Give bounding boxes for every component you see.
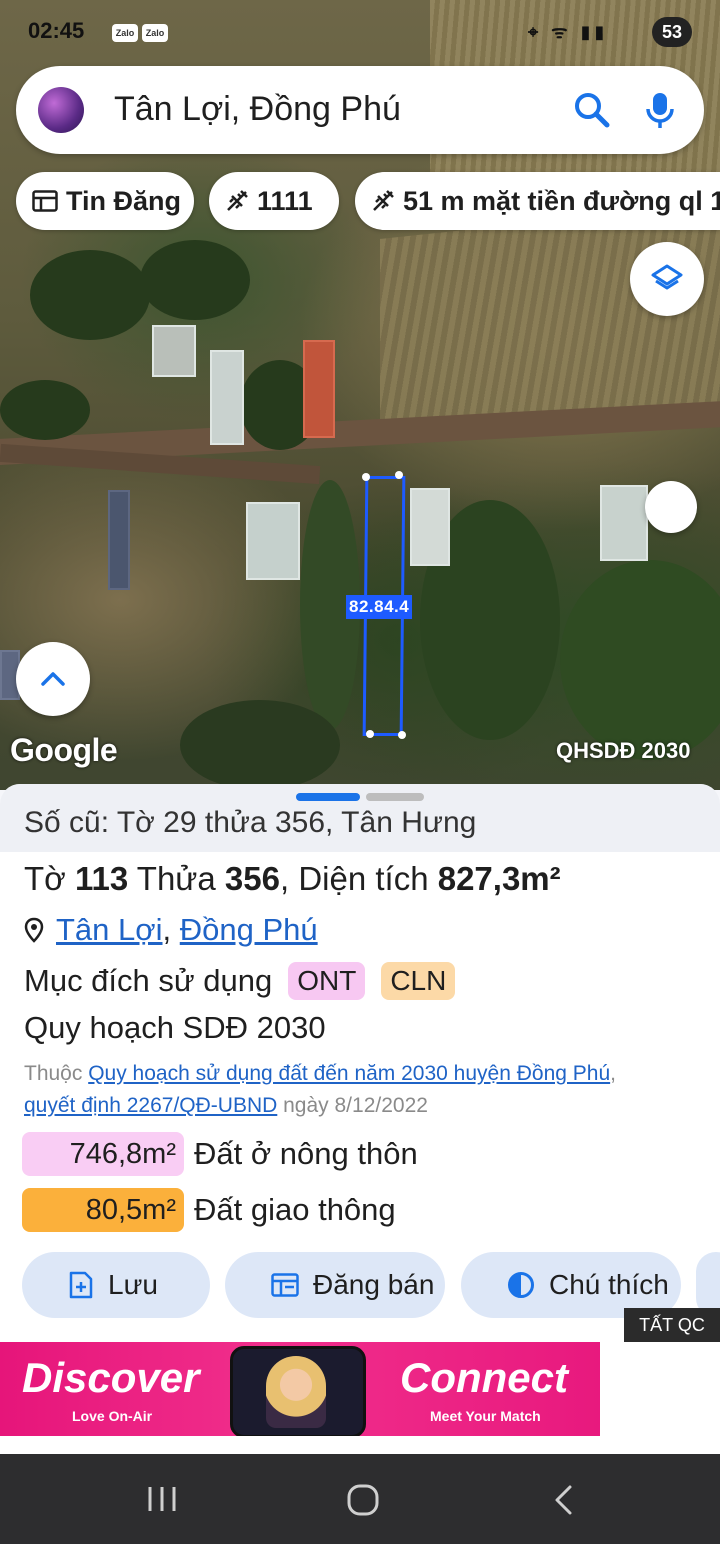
chip-label: Tin Đăng	[66, 185, 182, 216]
desc-text: ,	[610, 1062, 616, 1085]
zalo-notification-icon: Zalo	[112, 24, 138, 42]
ad-right-subtitle: Meet Your Match	[430, 1408, 541, 1424]
desc-text: Thuộc	[24, 1062, 89, 1085]
map-building	[410, 488, 450, 566]
land-use-tag-cln[interactable]: CLN	[381, 962, 456, 1000]
map-building	[246, 502, 300, 580]
ad-right-title: Connect	[400, 1354, 568, 1401]
map-building	[600, 485, 648, 561]
land-use-row: Mục đích sử dụng ONT CLN	[24, 962, 456, 1000]
hide-ads-button[interactable]: TẤT QC	[624, 1308, 720, 1342]
map-tree	[560, 560, 720, 760]
listing-icon	[32, 190, 58, 212]
button-label: Lưu	[108, 1269, 158, 1300]
chip-area-filter[interactable]: 1111	[209, 172, 339, 230]
button-label: Đăng bán	[313, 1269, 435, 1300]
plan-description: Thuộc Quy hoạch sử dụng đất đến năm 2030…	[24, 1058, 714, 1122]
ad-left-subtitle: Love On-Air	[72, 1408, 153, 1424]
bookmark-add-icon	[69, 1271, 93, 1299]
map-building	[210, 350, 244, 445]
area-value: 80,5m²	[22, 1188, 184, 1232]
title-text: , Diện tích	[279, 860, 438, 897]
search-query[interactable]: Tân Lợi, Đồng Phú	[114, 90, 401, 129]
map-tree	[140, 240, 250, 320]
parcel-vertex	[395, 471, 403, 479]
post-sale-button[interactable]: Đăng bán	[225, 1252, 445, 1318]
system-nav-bar	[0, 1454, 720, 1544]
back-icon[interactable]	[552, 1484, 576, 1516]
chip-label: 51 m mặt tiền đường ql 1	[403, 185, 720, 216]
status-time: 02:45	[28, 18, 85, 43]
parcel-area: 827,3m²	[437, 860, 561, 897]
land-use-label: Mục đích sử dụng	[24, 963, 273, 998]
ad-person-image	[266, 1356, 326, 1428]
parcel-vertex	[366, 730, 374, 738]
district-link[interactable]: Đồng Phú	[180, 912, 318, 947]
compass-button[interactable]	[645, 481, 697, 533]
layer-attribution: QHSDĐ 2030	[556, 738, 691, 763]
old-parcel-bar: Số cũ: Tờ 29 thửa 356, Tân Hưng	[0, 784, 720, 852]
land-use-tag-ont[interactable]: ONT	[288, 962, 366, 1000]
area-label: Đất ở nông thôn	[194, 1136, 418, 1171]
commune-link[interactable]: Tân Lợi	[56, 912, 163, 947]
ad-banner[interactable]: Discover Love On-Air Connect Meet Your M…	[0, 1342, 600, 1436]
chip-label: 1111	[257, 185, 313, 216]
search-bar[interactable]: Tân Lợi, Đồng Phú	[16, 66, 704, 154]
layers-icon	[651, 264, 683, 290]
layers-button[interactable]	[630, 242, 704, 316]
decision-link[interactable]: quyết định 2267/QĐ-UBND	[24, 1094, 277, 1117]
plan-link[interactable]: Quy hoạch sử dụng đất đến năm 2030 huyện…	[88, 1062, 610, 1085]
map-tree	[180, 700, 340, 790]
chip-frontage[interactable]: 51 m mặt tiền đường ql 1	[355, 172, 720, 230]
location-pin-icon	[24, 917, 44, 943]
area-value: 746,8m²	[22, 1132, 184, 1176]
map-tree	[30, 250, 150, 340]
measure-icon	[373, 190, 394, 211]
map-building	[152, 325, 196, 377]
parcel-label: 82.84.4	[346, 595, 413, 619]
area-row-rural-residential: 746,8m² Đất ở nông thôn	[22, 1132, 418, 1176]
sheet-handle[interactable]	[296, 793, 360, 801]
battery-indicator: 53	[652, 17, 692, 47]
plan-title: Quy hoạch SDĐ 2030	[24, 1010, 326, 1045]
chevron-up-icon	[41, 672, 65, 686]
map-building	[303, 340, 335, 438]
parcel-title: Tờ 113 Thửa 356, Diện tích 827,3m²	[24, 860, 561, 898]
title-text: Thửa	[128, 860, 225, 897]
recent-apps-icon[interactable]	[146, 1484, 178, 1514]
measure-icon	[227, 190, 248, 211]
chip-listings[interactable]: Tin Đăng	[16, 172, 194, 230]
listing-icon	[271, 1273, 299, 1297]
signal-icons: ⌖ ᯤ ▮▮	[528, 22, 609, 42]
map-tree	[0, 380, 90, 440]
area-label: Đất giao thông	[194, 1192, 396, 1227]
contrast-icon	[508, 1272, 534, 1298]
microphone-icon[interactable]	[640, 90, 680, 130]
ad-left-title: Discover	[22, 1354, 200, 1401]
save-button[interactable]: Lưu	[22, 1252, 210, 1318]
sheet-number: 113	[74, 860, 129, 897]
map-building	[108, 490, 130, 590]
area-row-transport: 80,5m² Đất giao thông	[22, 1188, 396, 1232]
location-row: Tân Lợi, Đồng Phú	[24, 912, 318, 948]
search-icon[interactable]	[572, 90, 612, 130]
parcel-vertex	[398, 731, 406, 739]
separator: ,	[162, 912, 172, 947]
sheet-handle[interactable]	[366, 793, 424, 801]
my-location-button[interactable]	[16, 642, 90, 716]
old-parcel-text: Số cũ: Tờ 29 thửa 356, Tân Hưng	[24, 806, 477, 839]
title-text: Tờ	[24, 860, 75, 897]
google-logo: Google	[10, 732, 118, 768]
zalo-notification-icon: Zalo	[142, 24, 168, 42]
home-icon[interactable]	[346, 1484, 380, 1516]
parcel-number: 356	[224, 860, 280, 897]
status-bar: 02:45 Zalo Zalo ⌖ ᯤ ▮▮ 53	[0, 14, 720, 50]
button-label: Chú thích	[549, 1269, 669, 1300]
avatar[interactable]	[38, 87, 84, 133]
parcel-vertex	[362, 473, 370, 481]
decision-date: ngày 8/12/2022	[277, 1094, 428, 1117]
